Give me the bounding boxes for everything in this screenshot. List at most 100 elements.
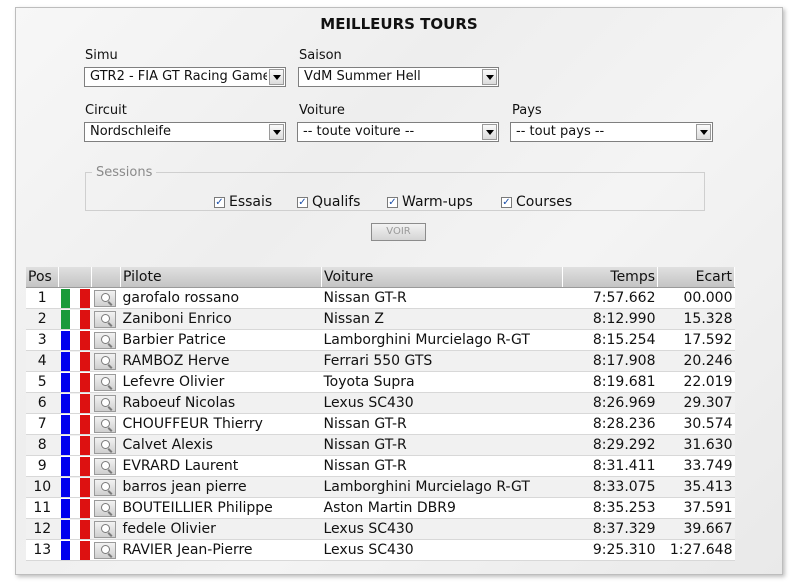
row-view[interactable] (91, 329, 121, 351)
row-voiture: Ferrari 550 GTS (321, 350, 563, 372)
courses-label: Courses (516, 194, 573, 210)
row-temps: 8:28.236 (562, 413, 658, 435)
row-flag (58, 539, 92, 561)
row-pilote[interactable]: Calvet Alexis (120, 434, 322, 456)
row-pos: 7 (26, 413, 59, 435)
row-view[interactable] (91, 287, 121, 309)
france-flag-icon (60, 393, 90, 413)
table-row: 2 Zaniboni Enrico Nissan Z 8:12.990 15.328 (26, 308, 735, 330)
essais-checkbox[interactable]: ✓ Essais (214, 194, 272, 210)
row-ecart: 1:27.648 (657, 539, 735, 561)
warmups-checkbox[interactable]: ✓ Warm-ups (387, 194, 473, 210)
qualifs-checkbox[interactable]: ✓ Qualifs (297, 194, 360, 210)
courses-checkbox[interactable]: ✓ Courses (501, 194, 572, 210)
col-temps[interactable]: Temps (562, 267, 658, 288)
magnifier-icon[interactable] (93, 541, 116, 559)
simu-select[interactable]: GTR2 - FIA GT Racing Game (84, 67, 286, 87)
row-view[interactable] (91, 455, 121, 477)
checkmark-icon[interactable]: ✓ (501, 197, 512, 208)
magnifier-icon[interactable] (93, 436, 116, 454)
row-voiture: Nissan Z (321, 308, 563, 330)
row-pilote[interactable]: Barbier Patrice (120, 329, 322, 351)
checkmark-icon[interactable]: ✓ (297, 197, 308, 208)
magnifier-icon[interactable] (93, 415, 116, 433)
col-ecart[interactable]: Ecart (657, 267, 735, 288)
table-row: 7 CHOUFFEUR Thierry Nissan GT-R 8:28.236 30.… (26, 413, 735, 435)
magnifier-icon[interactable] (93, 457, 116, 475)
checkmark-icon[interactable]: ✓ (387, 197, 398, 208)
sessions-legend: Sessions (96, 165, 153, 180)
magnifier-icon[interactable] (93, 331, 116, 349)
row-pos: 8 (26, 434, 59, 456)
row-ecart: 20.246 (657, 350, 735, 372)
row-view[interactable] (91, 308, 121, 330)
france-flag-icon (60, 540, 90, 560)
chevron-down-icon[interactable] (696, 124, 711, 140)
row-temps: 8:31.411 (562, 455, 658, 477)
row-pos: 5 (26, 371, 59, 393)
magnifier-icon[interactable] (93, 499, 116, 517)
row-pilote[interactable]: fedele Olivier (120, 518, 322, 540)
checkmark-icon[interactable]: ✓ (214, 197, 225, 208)
circuit-select-value: Nordschleife (90, 124, 172, 139)
row-view[interactable] (91, 476, 121, 498)
row-view[interactable] (91, 413, 121, 435)
row-flag (58, 455, 92, 477)
col-pilote[interactable]: Pilote (120, 267, 322, 288)
magnifier-icon[interactable] (93, 373, 116, 391)
row-pilote[interactable]: RAVIER Jean-Pierre (120, 539, 322, 561)
pays-select[interactable]: -- tout pays -- (510, 122, 713, 142)
row-view[interactable] (91, 434, 121, 456)
table-header-row: Pos Pilote Voiture Temps Ecart (26, 267, 735, 288)
row-pilote[interactable]: Zaniboni Enrico (120, 308, 322, 330)
saison-select[interactable]: VdM Summer Hell (298, 67, 499, 87)
voir-button[interactable]: VOIR (371, 223, 426, 241)
chevron-down-icon[interactable] (269, 124, 284, 140)
table-row: 1 garofalo rossano Nissan GT-R 7:57.662 00.0… (26, 287, 735, 309)
magnifier-icon[interactable] (93, 289, 116, 307)
row-view[interactable] (91, 371, 121, 393)
table-row: 5 Lefevre Olivier Toyota Supra 8:19.681 22.0… (26, 371, 735, 393)
magnifier-icon[interactable] (93, 352, 116, 370)
voiture-select[interactable]: -- toute voiture -- (297, 122, 499, 142)
row-pilote[interactable]: EVRARD Laurent (120, 455, 322, 477)
magnifier-icon[interactable] (93, 310, 116, 328)
magnifier-icon[interactable] (93, 394, 116, 412)
row-pilote[interactable]: barros jean pierre (120, 476, 322, 498)
table-row: 13 RAVIER Jean-Pierre Lexus SC430 9:25.310 1… (26, 539, 735, 561)
row-flag (58, 308, 92, 330)
row-pilote[interactable]: RAMBOZ Herve (120, 350, 322, 372)
row-ecart: 15.328 (657, 308, 735, 330)
col-pos[interactable]: Pos (26, 267, 59, 288)
magnifier-icon[interactable] (93, 520, 116, 538)
row-pilote[interactable]: garofalo rossano (120, 287, 322, 309)
col-voiture[interactable]: Voiture (321, 267, 563, 288)
row-view[interactable] (91, 392, 121, 414)
chevron-down-icon[interactable] (482, 124, 497, 140)
france-flag-icon (60, 498, 90, 518)
france-flag-icon (60, 435, 90, 455)
chevron-down-icon[interactable] (482, 69, 497, 85)
row-pos: 3 (26, 329, 59, 351)
italy-flag-icon (60, 288, 90, 308)
row-flag (58, 287, 92, 309)
circuit-select[interactable]: Nordschleife (84, 122, 286, 142)
row-view[interactable] (91, 350, 121, 372)
chevron-down-icon[interactable] (269, 69, 284, 85)
row-pilote[interactable]: Raboeuf Nicolas (120, 392, 322, 414)
row-pilote[interactable]: BOUTEILLIER Philippe (120, 497, 322, 519)
row-temps: 8:17.908 (562, 350, 658, 372)
simu-select-value: GTR2 - FIA GT Racing Game (90, 69, 267, 84)
row-pilote[interactable]: Lefevre Olivier (120, 371, 322, 393)
qualifs-label: Qualifs (312, 194, 361, 210)
row-pos: 11 (26, 497, 59, 519)
row-view[interactable] (91, 518, 121, 540)
row-pilote[interactable]: CHOUFFEUR Thierry (120, 413, 322, 435)
magnifier-icon[interactable] (93, 478, 116, 496)
row-view[interactable] (91, 497, 121, 519)
sessions-group: Sessions ✓ Essais ✓ Qualifs ✓ Warm-ups ✓ Cou… (85, 165, 705, 211)
row-flag (58, 392, 92, 414)
row-voiture: Lexus SC430 (321, 392, 563, 414)
row-temps: 8:29.292 (562, 434, 658, 456)
row-view[interactable] (91, 539, 121, 561)
